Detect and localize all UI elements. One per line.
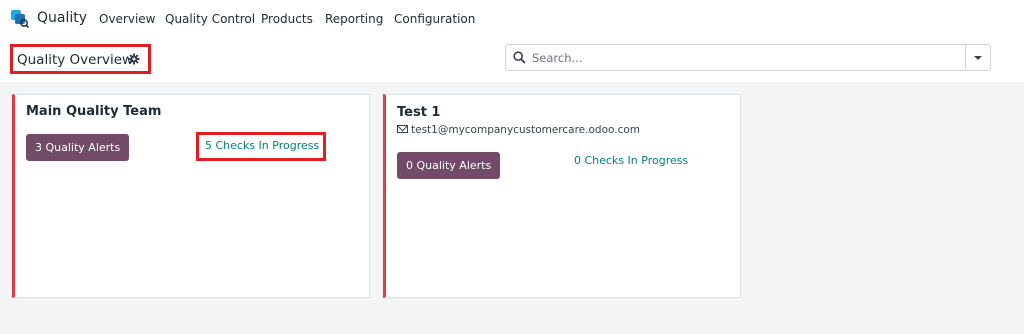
checks-in-progress-link[interactable]: 5 Checks In Progress (205, 139, 319, 152)
kanban-area: Main Quality Team 3 Quality Alerts 5 Che… (0, 85, 1024, 334)
team-email: test1@mycompanycustomercare.odoo.com (397, 124, 640, 136)
search-options-toggle[interactable] (965, 45, 990, 70)
nav-configuration[interactable]: Configuration (394, 12, 475, 26)
checks-highlight: 5 Checks In Progress (196, 132, 326, 161)
team-email-text: test1@mycompanycustomercare.odoo.com (411, 124, 641, 136)
quality-app-icon[interactable] (11, 10, 29, 28)
team-name: Test 1 (397, 105, 441, 120)
nav-overview[interactable]: Overview (99, 12, 156, 26)
page-title-highlight: Quality Overview (10, 44, 151, 74)
search-input[interactable] (532, 49, 962, 67)
team-name: Main Quality Team (26, 104, 162, 119)
quality-alerts-button[interactable]: 3 Quality Alerts (26, 134, 130, 161)
nav-products[interactable]: Products (261, 12, 313, 26)
envelope-icon (397, 125, 408, 133)
page-title: Quality Overview (17, 52, 134, 68)
search-bar (505, 44, 991, 71)
team-card[interactable]: Main Quality Team 3 Quality Alerts 5 Che… (12, 94, 370, 298)
control-panel: Quality Overview (0, 38, 1024, 84)
nav-reporting[interactable]: Reporting (325, 12, 383, 26)
caret-down-icon (974, 56, 982, 60)
app-name[interactable]: Quality (37, 10, 87, 26)
gear-icon[interactable] (128, 53, 140, 65)
top-navbar: Quality Overview Quality Control Product… (0, 0, 1024, 38)
search-icon (513, 51, 526, 64)
nav-quality-control[interactable]: Quality Control (165, 12, 255, 26)
checks-in-progress-link[interactable]: 0 Checks In Progress (574, 154, 688, 167)
quality-alerts-button[interactable]: 0 Quality Alerts (397, 152, 501, 179)
team-card[interactable]: Test 1 test1@mycompanycustomercare.odoo.… (383, 94, 741, 298)
